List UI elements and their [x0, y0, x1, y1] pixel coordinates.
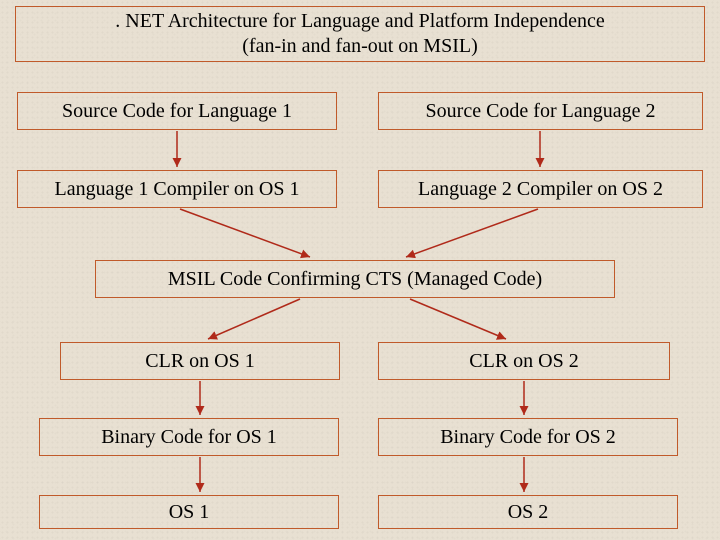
title-line1: . NET Architecture for Language and Plat… — [115, 9, 604, 34]
label: Binary Code for OS 2 — [440, 425, 616, 450]
box-clr1: CLR on OS 1 — [60, 342, 340, 380]
box-compiler2: Language 2 Compiler on OS 2 — [378, 170, 703, 208]
title-box: . NET Architecture for Language and Plat… — [15, 6, 705, 62]
label: Source Code for Language 1 — [62, 99, 292, 124]
box-binary2: Binary Code for OS 2 — [378, 418, 678, 456]
arrow-msil-clr1 — [208, 299, 300, 339]
label: Source Code for Language 2 — [426, 99, 656, 124]
box-binary1: Binary Code for OS 1 — [39, 418, 339, 456]
label: Language 1 Compiler on OS 1 — [55, 177, 300, 202]
label: MSIL Code Confirming CTS (Managed Code) — [168, 267, 542, 292]
box-source-lang2: Source Code for Language 2 — [378, 92, 703, 130]
arrow-comp1-msil — [180, 209, 310, 257]
arrow-comp2-msil — [406, 209, 538, 257]
box-compiler1: Language 1 Compiler on OS 1 — [17, 170, 337, 208]
box-source-lang1: Source Code for Language 1 — [17, 92, 337, 130]
box-msil: MSIL Code Confirming CTS (Managed Code) — [95, 260, 615, 298]
title-line2: (fan-in and fan-out on MSIL) — [242, 34, 478, 59]
label: OS 1 — [169, 500, 210, 525]
label: Binary Code for OS 1 — [101, 425, 277, 450]
label: OS 2 — [508, 500, 549, 525]
arrow-msil-clr2 — [410, 299, 506, 339]
label: Language 2 Compiler on OS 2 — [418, 177, 663, 202]
box-clr2: CLR on OS 2 — [378, 342, 670, 380]
label: CLR on OS 1 — [145, 349, 254, 374]
box-os2: OS 2 — [378, 495, 678, 529]
box-os1: OS 1 — [39, 495, 339, 529]
label: CLR on OS 2 — [469, 349, 578, 374]
